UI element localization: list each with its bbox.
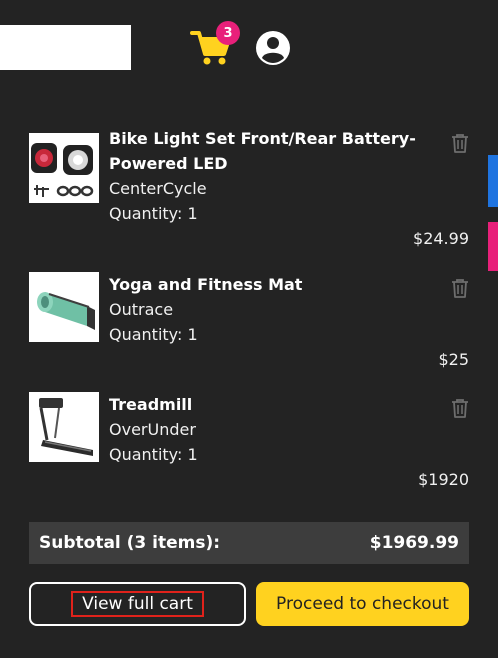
item-price: $25 xyxy=(438,350,469,369)
view-full-cart-label: View full cart xyxy=(71,591,204,617)
cart-item: Yoga and Fitness Mat Outrace Quantity: 1… xyxy=(29,271,469,381)
cart-item: Bike Light Set Front/Rear Battery-Powere… xyxy=(29,126,469,248)
subtotal-label: Subtotal (3 items): xyxy=(39,533,221,553)
item-brand: Outrace xyxy=(109,300,174,319)
side-tab-pink[interactable] xyxy=(488,222,498,271)
trash-icon[interactable] xyxy=(451,398,469,418)
item-title[interactable]: Yoga and Fitness Mat xyxy=(109,272,419,297)
item-brand: OverUnder xyxy=(109,420,196,439)
cart-item: Treadmill OverUnder Quantity: 1 $1920 xyxy=(29,391,469,501)
yoga-mat-thumbnail[interactable] xyxy=(29,272,99,342)
item-quantity: Quantity: 1 xyxy=(109,325,198,344)
item-price: $24.99 xyxy=(413,229,469,248)
search-box[interactable] xyxy=(0,25,131,70)
item-title[interactable]: Bike Light Set Front/Rear Battery-Powere… xyxy=(109,126,419,176)
trash-icon[interactable] xyxy=(451,133,469,153)
item-brand: CenterCycle xyxy=(109,179,207,198)
subtotal-bar: Subtotal (3 items): $1969.99 xyxy=(29,522,469,564)
item-title[interactable]: Treadmill xyxy=(109,392,419,417)
bike-lights-thumbnail[interactable] xyxy=(29,133,99,203)
user-account-icon[interactable] xyxy=(255,30,291,66)
side-tab-blue[interactable] xyxy=(488,155,498,207)
cart-count-badge: 3 xyxy=(216,21,240,45)
trash-icon[interactable] xyxy=(451,278,469,298)
item-quantity: Quantity: 1 xyxy=(109,445,198,464)
item-price: $1920 xyxy=(418,470,469,489)
proceed-to-checkout-button[interactable]: Proceed to checkout xyxy=(256,582,469,626)
view-full-cart-button[interactable]: View full cart xyxy=(29,582,246,626)
item-quantity: Quantity: 1 xyxy=(109,204,198,223)
treadmill-thumbnail[interactable] xyxy=(29,392,99,462)
subtotal-value: $1969.99 xyxy=(369,533,459,553)
